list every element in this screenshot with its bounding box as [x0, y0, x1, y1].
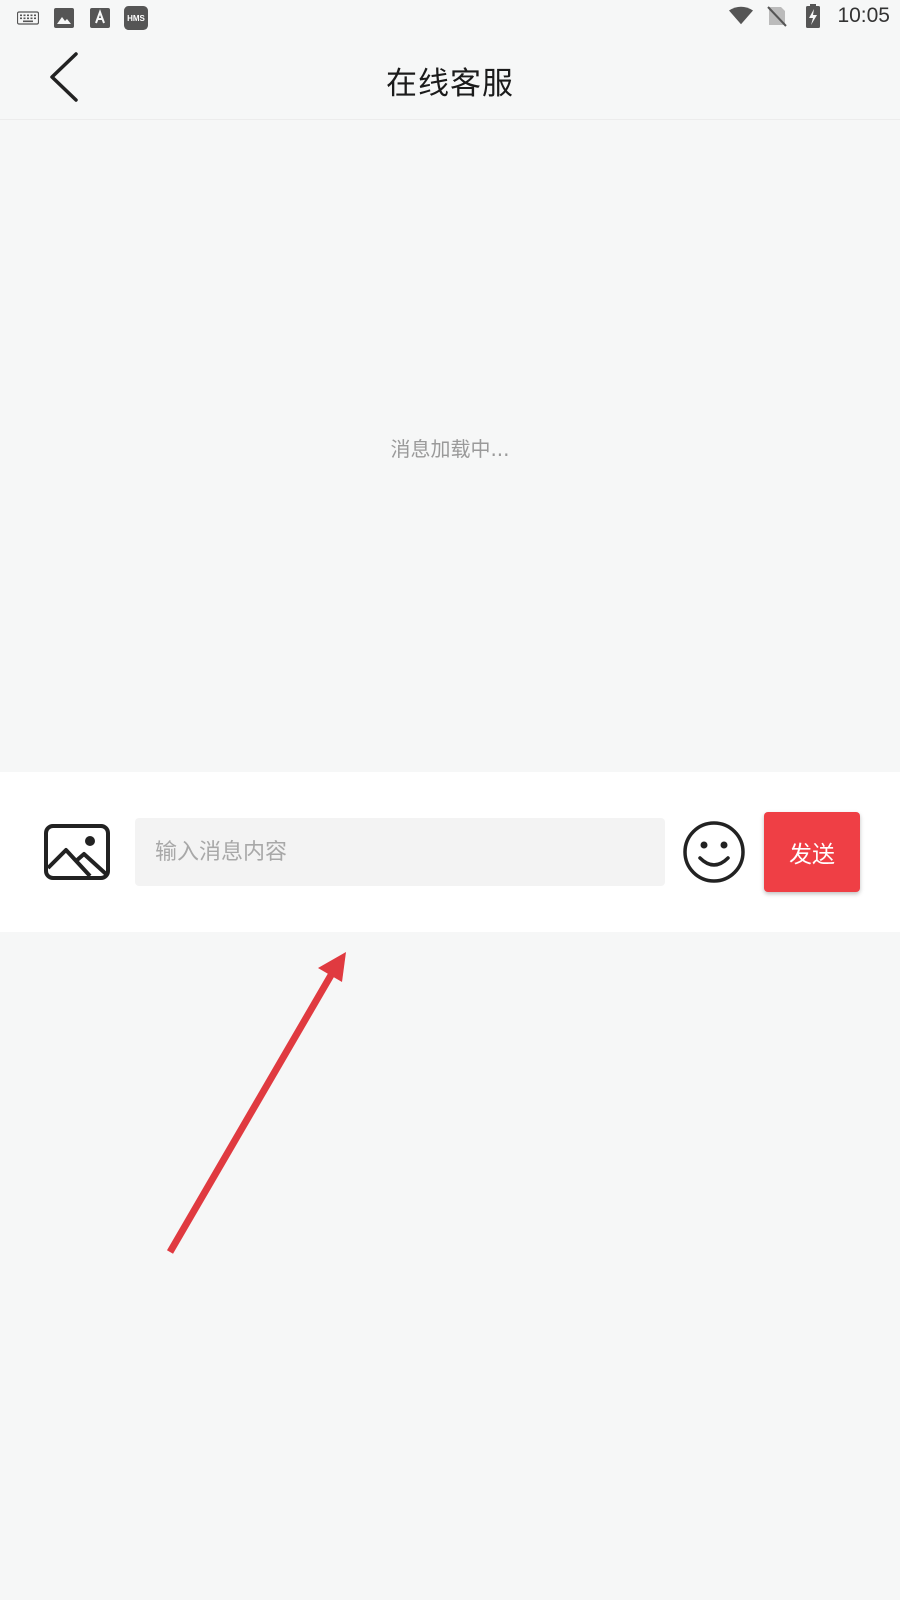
title-bar: 在线客服	[0, 36, 900, 120]
no-sim-icon	[765, 4, 789, 28]
message-composer: 发送	[0, 772, 900, 932]
loading-indicator-text: 消息加载中...	[390, 437, 510, 461]
emoji-button[interactable]	[682, 820, 746, 884]
battery-charging-icon	[801, 4, 825, 28]
smiley-icon	[683, 821, 745, 883]
message-list[interactable]: 消息加载中...	[0, 121, 900, 772]
status-bar: HMS 10:05	[0, 0, 900, 36]
page-title: 在线客服	[386, 66, 514, 102]
send-image-button[interactable]	[44, 824, 110, 880]
send-button[interactable]: 发送	[764, 812, 860, 892]
image-icon	[52, 6, 76, 30]
picture-icon	[44, 824, 110, 880]
status-left-icons: HMS	[16, 6, 148, 30]
keyboard-icon	[16, 6, 40, 30]
status-right-icons: 10:05	[729, 4, 890, 28]
status-time: 10:05	[837, 4, 890, 27]
hms-label: HMS	[127, 13, 145, 23]
hms-icon: HMS	[124, 6, 148, 30]
message-input[interactable]	[135, 818, 665, 886]
font-icon	[88, 6, 112, 30]
wifi-icon	[729, 4, 754, 28]
